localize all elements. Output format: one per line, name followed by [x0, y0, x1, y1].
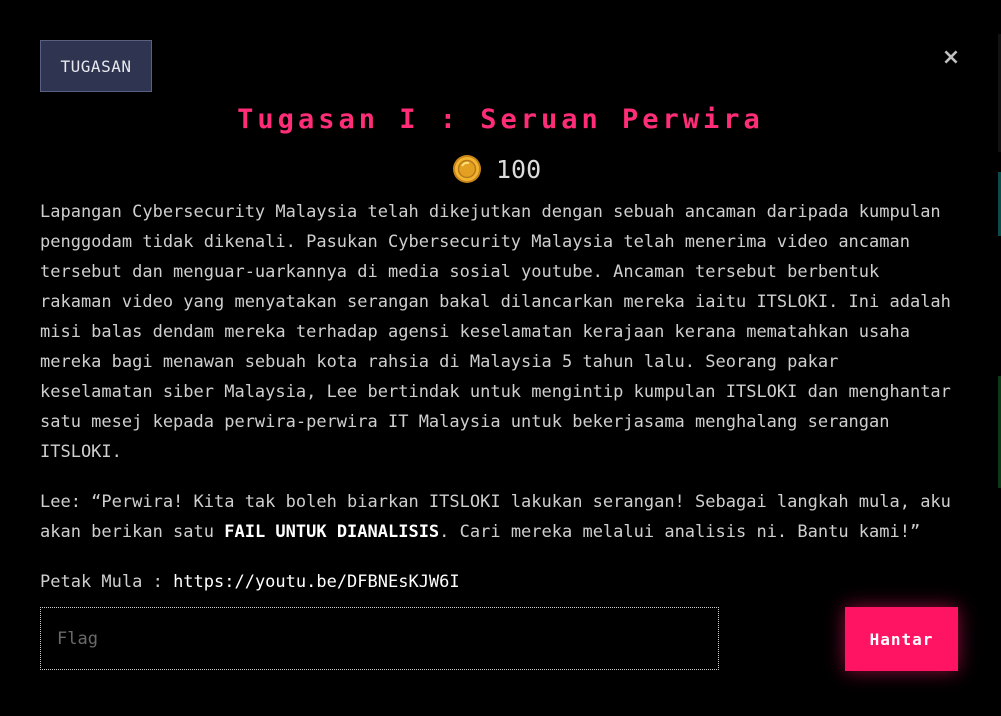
close-icon[interactable]: × [938, 45, 964, 71]
file-emphasis: FAIL UNTUK DIANALISIS [224, 522, 440, 542]
coin-icon [452, 154, 482, 184]
points-value: 100 [496, 154, 542, 184]
message-text-end: . Cari mereka melalui analisis ni. Bantu… [439, 522, 921, 542]
tasks-tab-button[interactable]: TUGASAN [40, 40, 152, 92]
points-display: 100 [452, 152, 541, 186]
submit-button[interactable]: Hantar [845, 607, 958, 671]
challenge-title: Tugasan I : Seruan Perwira [237, 104, 764, 135]
start-link[interactable]: https://youtu.be/DFBNEsKJW6I [173, 572, 460, 592]
start-label: Petak Mula : [40, 572, 174, 592]
story-paragraph: Lapangan Cybersecurity Malaysia telah di… [40, 202, 951, 462]
start-point: Petak Mula : https://youtu.be/DFBNEsKJW6… [40, 567, 955, 597]
message-paragraph: Lee: “Perwira! Kita tak boleh biarkan IT… [40, 487, 955, 547]
challenge-description: Lapangan Cybersecurity Malaysia telah di… [40, 197, 955, 617]
flag-input[interactable] [40, 607, 719, 670]
